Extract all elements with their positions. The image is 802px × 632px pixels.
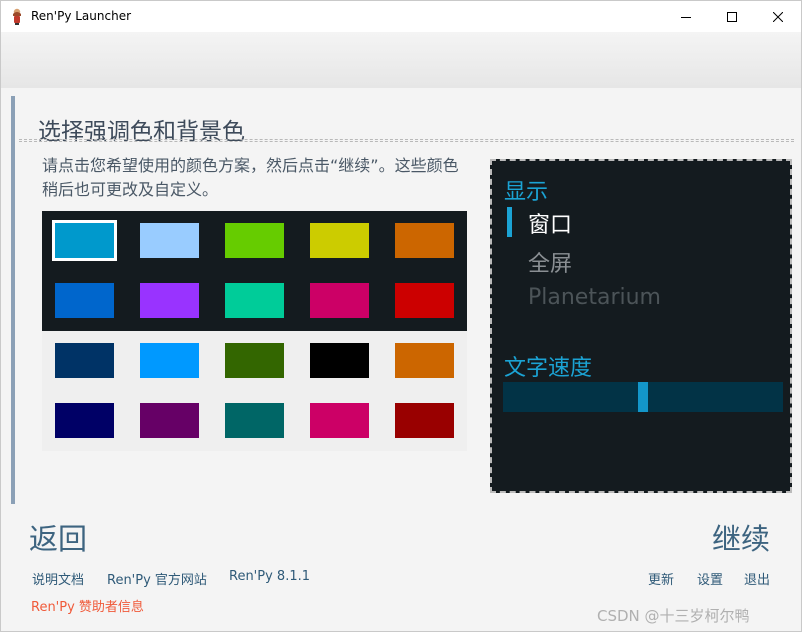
- back-button[interactable]: 返回: [29, 516, 87, 558]
- color-swatch-dark-0-1[interactable]: [140, 223, 199, 258]
- docs-link[interactable]: 说明文档: [32, 569, 84, 588]
- color-swatch-dark-1-4[interactable]: [395, 283, 454, 318]
- preview-slider-thumb: [638, 382, 648, 412]
- watermark-text: CSDN @十三岁柯尔鸭: [597, 607, 750, 625]
- color-swatch-light-0-2[interactable]: [225, 343, 284, 378]
- minimize-button[interactable]: [663, 1, 709, 32]
- renpy-logo-icon: [13, 8, 21, 25]
- preview-text-speed-slider: [503, 382, 783, 412]
- color-swatch-light-1-4[interactable]: [395, 403, 454, 438]
- preview-option-planetarium: Planetarium: [528, 285, 661, 310]
- preview-selected-indicator: [507, 207, 512, 237]
- quit-link[interactable]: 退出: [744, 569, 770, 588]
- color-swatch-dark-1-2[interactable]: [225, 283, 284, 318]
- maximize-icon: [727, 11, 737, 22]
- dark-theme-swatches: [42, 211, 467, 331]
- color-swatch-dark-1-0[interactable]: [55, 283, 114, 318]
- preferences-link[interactable]: 设置: [697, 569, 723, 588]
- preview-display-heading: 显示: [504, 180, 549, 205]
- color-swatch-dark-0-2[interactable]: [225, 223, 284, 258]
- preview-text-speed-heading: 文字速度: [504, 356, 593, 381]
- title-bar[interactable]: Ren'Py Launcher: [1, 1, 801, 32]
- color-scheme-panel: 选择强调色和背景色 请点击您希望使用的颜色方案，然后点击“继续”。这些颜色稍后也…: [11, 96, 794, 504]
- color-swatch-light-1-0[interactable]: [55, 403, 114, 438]
- color-swatch-light-0-0[interactable]: [55, 343, 114, 378]
- header-band: [1, 32, 801, 88]
- color-swatch-dark-0-4[interactable]: [395, 223, 454, 258]
- color-swatch-light-0-3[interactable]: [310, 343, 369, 378]
- website-link[interactable]: Ren'Py 官方网站: [107, 569, 207, 588]
- version-link[interactable]: Ren'Py 8.1.1: [229, 569, 310, 584]
- color-swatch-light-0-4[interactable]: [395, 343, 454, 378]
- launcher-window: Ren'Py Launcher 选择强调色和背景色 请点击您希望使用的颜色方案，…: [0, 0, 802, 632]
- minimize-icon: [681, 16, 691, 18]
- theme-preview-body: 显示 窗口 全屏 Planetarium 文字速度: [493, 162, 789, 490]
- theme-preview: 显示 窗口 全屏 Planetarium 文字速度: [490, 159, 792, 493]
- title-divider: [19, 139, 794, 142]
- close-icon: [773, 11, 783, 22]
- color-swatch-light-0-1[interactable]: [140, 343, 199, 378]
- light-theme-swatches: [42, 331, 467, 451]
- window-title: Ren'Py Launcher: [31, 9, 132, 23]
- color-swatch-dark-0-0[interactable]: [52, 220, 117, 261]
- color-swatch-dark-1-1[interactable]: [140, 283, 199, 318]
- preview-option-window: 窗口: [528, 213, 573, 238]
- sponsors-link[interactable]: Ren'Py 赞助者信息: [31, 596, 144, 615]
- maximize-button[interactable]: [709, 1, 755, 32]
- continue-button[interactable]: 继续: [712, 516, 770, 558]
- color-swatch-light-1-1[interactable]: [140, 403, 199, 438]
- update-link[interactable]: 更新: [648, 569, 674, 588]
- color-swatch-light-1-3[interactable]: [310, 403, 369, 438]
- instructions-text: 请点击您希望使用的颜色方案，然后点击“继续”。这些颜色稍后也可更改及自定义。: [42, 156, 459, 199]
- preview-option-fullscreen: 全屏: [528, 252, 573, 277]
- color-swatch-grid: [42, 211, 467, 451]
- color-swatch-light-1-2[interactable]: [225, 403, 284, 438]
- color-swatch-dark-1-3[interactable]: [310, 283, 369, 318]
- close-button[interactable]: [755, 1, 801, 32]
- color-swatch-dark-0-3[interactable]: [310, 223, 369, 258]
